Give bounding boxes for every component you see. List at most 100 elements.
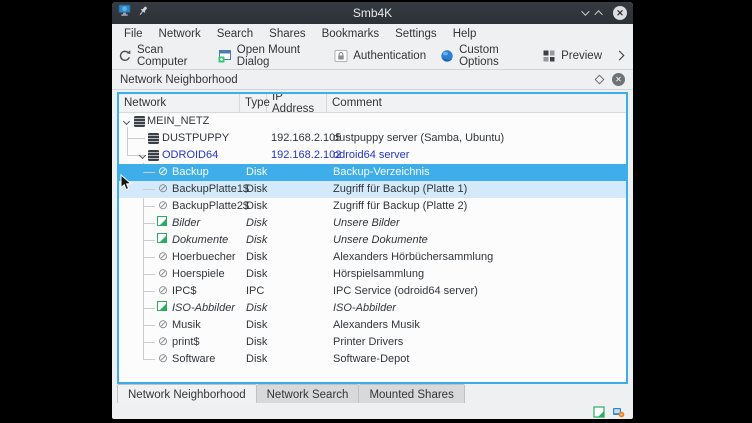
cell-type: Disk [246,353,267,365]
chevron-right-icon [615,51,625,61]
maximize-button[interactable] [594,10,602,18]
authentication-lock-icon [334,49,348,63]
tree-row-print[interactable]: ⊘print$DiskPrinter Drivers [119,334,626,351]
tab-mounted-shares[interactable]: Mounted Shares [359,384,464,403]
column-header-type[interactable]: Type [240,94,267,112]
mounted-share-indicator-icon [593,405,605,417]
column-header-network[interactable]: Network [119,94,240,112]
cell-comment: Backup-Verzeichnis [333,166,430,178]
open-mount-dialog-button[interactable]: Open Mount Dialog [218,44,320,68]
cell-network-name: ISO-Abbilder [172,302,235,314]
menu-settings[interactable]: Settings [387,26,445,42]
tree-branch-stub [143,240,155,241]
cell-type: Disk [246,251,267,263]
tree-row-software[interactable]: ⊘SoftwareDiskSoftware-Depot [119,351,626,368]
dock-close-icon[interactable]: ✕ [612,73,625,86]
tab-network-search[interactable]: Network Search [257,384,360,403]
tree-row-backup[interactable]: ⊘Backup Disk Backup-Verzeichnis [119,164,626,181]
cell-comment: Software-Depot [333,353,409,365]
minimize-button[interactable] [581,7,589,15]
tree-branch-stub [143,172,155,173]
cell-comment: Hörspielsammlung [333,268,424,280]
cell-network-name: ODROID64 [162,149,218,161]
tree-row-odroid64[interactable]: ODROID64 192.168.2.102odroid64 server [119,147,626,164]
cell-type: Disk [246,268,267,280]
authentication-label: Authentication [353,50,426,62]
cell-network-name: DUSTPUPPY [162,132,229,144]
server-icon [148,150,159,161]
tree-row-hoerbuecher[interactable]: ⊘HoerbuecherDiskAlexanders Hörbüchersamm… [119,249,626,266]
cell-comment: odroid64 server [333,149,409,161]
cell-network-name: Hoerspiele [172,268,225,280]
cell-comment: Unsere Bilder [333,217,400,229]
expander-icon[interactable] [123,118,130,125]
tree-row-backupplatte1[interactable]: ⊘BackupPlatte1$DiskZugriff für Backup (P… [119,181,626,198]
tree-branch-stub [143,223,155,224]
tree-row-mein-netz[interactable]: MEIN_NETZ [119,113,626,130]
share-unmounted-icon: ⊘ [157,166,169,178]
menu-shares[interactable]: Shares [261,26,313,42]
cell-type: Disk [246,302,267,314]
share-unmounted-icon: ⊘ [157,251,169,263]
smb4k-window: Smb4K ✕ FileNetworkSearchSharesBookmarks… [112,2,633,419]
cell-network-name: BackupPlatte2$ [172,200,249,212]
share-unmounted-icon: ⊘ [157,268,169,280]
menu-help[interactable]: Help [445,26,485,42]
cell-network-name: Bilder [172,217,200,229]
tree-branch-stub [143,325,155,326]
desktop-background: Smb4K ✕ FileNetworkSearchSharesBookmarks… [0,0,752,423]
share-unmounted-icon: ⊘ [157,285,169,297]
tree-branch-stub [143,308,155,309]
cell-network-name: Software [172,353,215,365]
tree-row-dokumente[interactable]: DokumenteDiskUnsere Dokumente [119,232,626,249]
cell-comment: Alexanders Musik [333,319,420,331]
toolbar-overflow-button[interactable] [616,50,627,62]
cell-network-name: BackupPlatte1$ [172,183,249,195]
tree-row-ipc[interactable]: ⊘IPC$IPCIPC Service (odroid64 server) [119,283,626,300]
tree-row-musik[interactable]: ⊘MusikDiskAlexanders Musik [119,317,626,334]
expander-icon[interactable] [139,152,146,159]
tree-row-hoerspiele[interactable]: ⊘Hoerspiele Disk Hörspielsammlung [119,266,626,283]
cell-network-name: Dokumente [172,234,228,246]
tree-branch-stub [143,291,155,292]
tab-network-neighborhood[interactable]: Network Neighborhood [117,384,257,403]
custom-options-label: Custom Options [459,44,528,68]
cell-type: Disk [246,183,267,195]
scan-computer-label: Scan Computer [137,44,204,68]
titlebar[interactable]: Smb4K ✕ [112,2,633,24]
cell-network-name: Backup [172,166,209,178]
cell-ip-address: 192.168.2.102 [271,149,341,161]
cell-type: Disk [246,217,267,229]
close-button[interactable]: ✕ [613,6,627,20]
menu-network[interactable]: Network [151,26,209,42]
cell-type: Disk [246,166,267,178]
pin-icon[interactable] [137,4,149,22]
menu-file[interactable]: File [116,26,151,42]
tree-row-dustpuppy[interactable]: DUSTPUPPY192.168.2.105dustpuppy server (… [119,130,626,147]
tree-branch-stub [143,359,155,360]
menu-bookmarks[interactable]: Bookmarks [314,26,388,42]
bottom-tabbar: Network NeighborhoodNetwork SearchMounte… [112,384,633,403]
mount-dialog-icon [218,49,232,63]
float-icon[interactable] [595,75,605,85]
cell-comment: dustpuppy server (Samba, Ubuntu) [333,132,504,144]
cell-network-name: Musik [172,319,201,331]
preview-label: Preview [561,50,602,62]
dock-title-bar[interactable]: Network Neighborhood ✕ [112,69,633,90]
authentication-button[interactable]: Authentication [334,49,426,63]
dock-title: Network Neighborhood [120,74,238,86]
tree-row-bilder[interactable]: Bilder Disk Unsere Bilder [119,215,626,232]
preview-button[interactable]: Preview [542,49,602,63]
menu-search[interactable]: Search [209,26,261,42]
network-browser: NetworkTypeIP AddressComment MEIN_NETZDU… [117,92,628,384]
tree-row-iso-abbilder[interactable]: ISO-AbbilderDiskISO-Abbilder [119,300,626,317]
share-unmounted-icon: ⊘ [157,336,169,348]
cell-comment: Unsere Dokumente [333,234,428,246]
column-header-ip-address[interactable]: IP Address [267,94,327,112]
toolbar: Scan Computer Open Mount Dialog Authentica… [112,43,633,69]
tree-row-backupplatte2[interactable]: ⊘BackupPlatte2$DiskZugriff für Backup (P… [119,198,626,215]
menubar: FileNetworkSearchSharesBookmarksSettings… [112,24,633,43]
scan-computer-button[interactable]: Scan Computer [118,44,204,68]
column-header-comment[interactable]: Comment [327,94,626,112]
custom-options-button[interactable]: Custom Options [440,44,528,68]
